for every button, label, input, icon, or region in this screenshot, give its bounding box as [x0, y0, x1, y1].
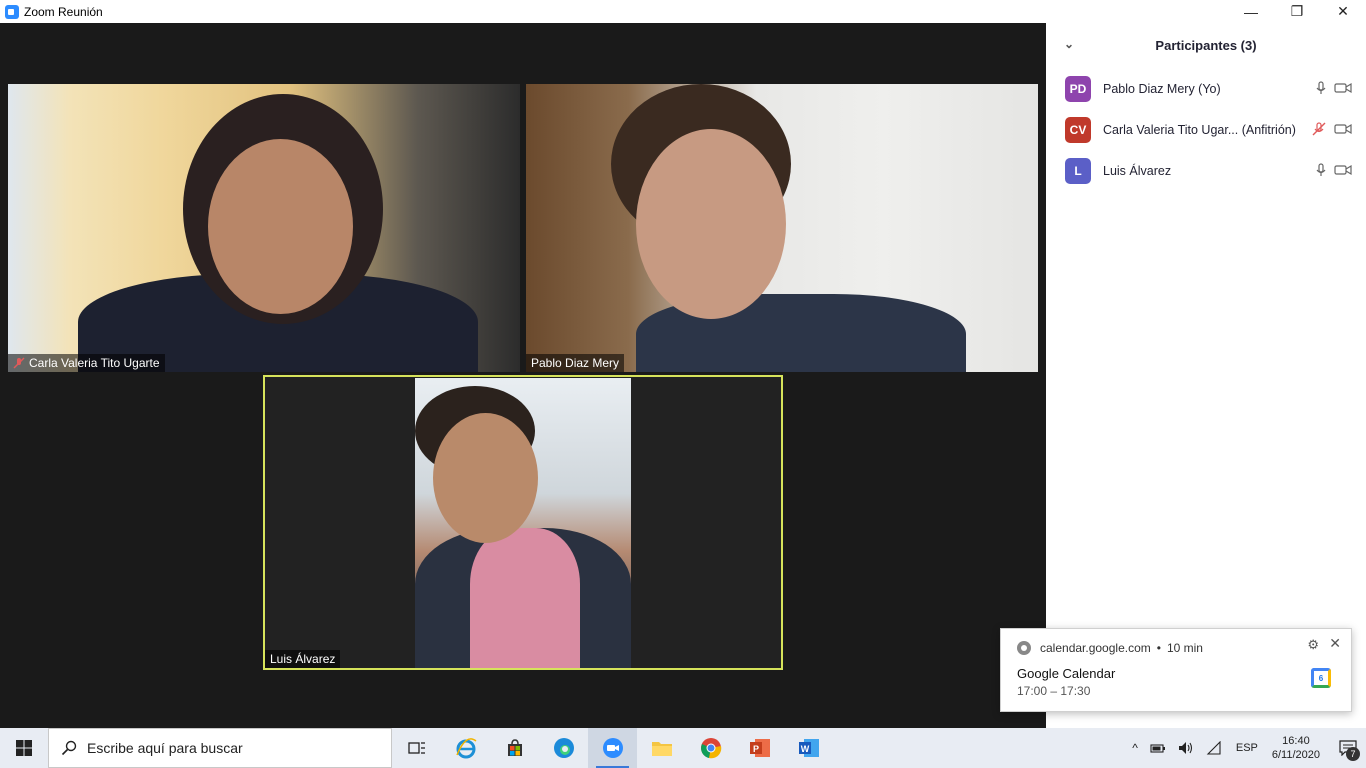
avatar: CV	[1065, 116, 1091, 143]
chevron-up-icon[interactable]: ^	[1132, 741, 1138, 755]
notification-count-badge: 7	[1346, 747, 1360, 761]
wifi-icon[interactable]	[1206, 741, 1222, 755]
clock-time: 16:40	[1282, 735, 1310, 747]
person-face	[433, 413, 538, 543]
participant-row[interactable]: L Luis Álvarez	[1046, 150, 1366, 191]
video-tile-carla[interactable]: Carla Valeria Tito Ugarte	[8, 84, 520, 372]
avatar: L	[1065, 157, 1091, 184]
tile-name-text: Luis Álvarez	[270, 652, 336, 666]
gear-icon[interactable]: ⚙	[1307, 637, 1319, 653]
video-tile-pablo[interactable]: Pablo Diaz Mery	[526, 84, 1038, 372]
tile-name-label: Carla Valeria Tito Ugarte	[8, 354, 165, 372]
participant-name: Pablo Diaz Mery (Yo)	[1103, 81, 1221, 96]
notification-source: calendar.google.com • 10 min	[1017, 641, 1203, 655]
internet-explorer-icon[interactable]	[441, 728, 490, 768]
tile-name-text: Carla Valeria Tito Ugarte	[29, 356, 160, 370]
video-tile-luis[interactable]: Luis Álvarez	[263, 375, 783, 670]
search-placeholder: Escribe aquí para buscar	[87, 740, 243, 756]
svg-text:W: W	[800, 744, 809, 754]
participant-name: Carla Valeria Tito Ugar... (Anfitrión)	[1103, 122, 1296, 137]
word-icon[interactable]: W	[784, 728, 833, 768]
mic-muted-icon[interactable]	[1312, 122, 1326, 136]
notification-title: Google Calendar	[1017, 666, 1116, 681]
panel-title: Participantes (3)	[1155, 38, 1257, 53]
chrome-icon[interactable]	[686, 728, 735, 768]
zoom-app-icon	[5, 4, 19, 19]
title-bar: Zoom Reunión — ❐ ✕	[0, 0, 1366, 23]
window-title: Zoom Reunión	[24, 4, 103, 19]
notification-time: 17:00 – 17:30	[1017, 684, 1091, 698]
edge-icon[interactable]	[539, 728, 588, 768]
task-view-icon[interactable]	[392, 728, 441, 768]
participant-row[interactable]: PD Pablo Diaz Mery (Yo)	[1046, 68, 1366, 109]
video-off-icon[interactable]	[1334, 164, 1352, 176]
search-icon	[61, 740, 77, 756]
start-button[interactable]	[0, 728, 48, 768]
windows-icon	[16, 740, 32, 756]
avatar: PD	[1065, 75, 1091, 102]
person-shirt	[470, 528, 580, 668]
person-face	[208, 139, 353, 314]
video-off-icon[interactable]	[1334, 82, 1352, 94]
mic-muted-icon	[13, 357, 25, 369]
system-tray: ^ ESP 16:40 6/11/2020 7	[1126, 728, 1366, 768]
volume-icon[interactable]	[1178, 741, 1194, 755]
svg-text:P: P	[752, 744, 758, 754]
store-icon[interactable]	[490, 728, 539, 768]
notification-source-text: calendar.google.com	[1040, 641, 1151, 655]
notification-ago: 10 min	[1166, 641, 1203, 655]
participants-panel: ⌄ Participantes (3) PD Pablo Diaz Mery (…	[1046, 23, 1366, 728]
microphone-icon[interactable]	[1316, 163, 1326, 177]
tile-name-text: Pablo Diaz Mery	[531, 356, 620, 370]
participant-row[interactable]: CV Carla Valeria Tito Ugar... (Anfitrión…	[1046, 109, 1366, 150]
powerpoint-icon[interactable]: P	[735, 728, 784, 768]
person-face	[636, 129, 786, 319]
separator: •	[1156, 641, 1161, 655]
tile-name-label: Pablo Diaz Mery	[526, 354, 625, 372]
file-explorer-icon[interactable]	[637, 728, 686, 768]
tile-name-label: Luis Álvarez	[265, 650, 341, 668]
taskbar: Escribe aquí para buscar P W ^ ESP 16:40…	[0, 728, 1366, 768]
chrome-icon	[1017, 641, 1031, 655]
calendar-notification[interactable]: calendar.google.com • 10 min ⚙ ✕ Google …	[1000, 628, 1352, 712]
video-feed	[415, 378, 631, 668]
chevron-down-icon[interactable]: ⌄	[1064, 37, 1074, 51]
close-button[interactable]: ✕	[1320, 0, 1366, 23]
action-center-button[interactable]: 7	[1330, 728, 1366, 768]
clock-date: 6/11/2020	[1271, 749, 1320, 761]
close-icon[interactable]: ✕	[1329, 635, 1341, 652]
panel-header: ⌄ Participantes (3)	[1046, 23, 1366, 68]
video-off-icon[interactable]	[1334, 123, 1352, 135]
microphone-icon[interactable]	[1316, 81, 1326, 95]
video-gallery: Carla Valeria Tito Ugarte Pablo Diaz Mer…	[0, 23, 1046, 728]
participant-name: Luis Álvarez	[1103, 163, 1172, 178]
google-calendar-icon: 6	[1311, 668, 1331, 688]
minimize-button[interactable]: —	[1228, 0, 1274, 23]
language-indicator[interactable]: ESP	[1236, 742, 1258, 754]
maximize-button[interactable]: ❐	[1274, 0, 1320, 23]
taskbar-search[interactable]: Escribe aquí para buscar	[48, 728, 392, 768]
zoom-icon[interactable]	[588, 728, 637, 768]
clock[interactable]: 16:40 6/11/2020	[1272, 734, 1320, 762]
battery-icon[interactable]	[1150, 742, 1166, 754]
